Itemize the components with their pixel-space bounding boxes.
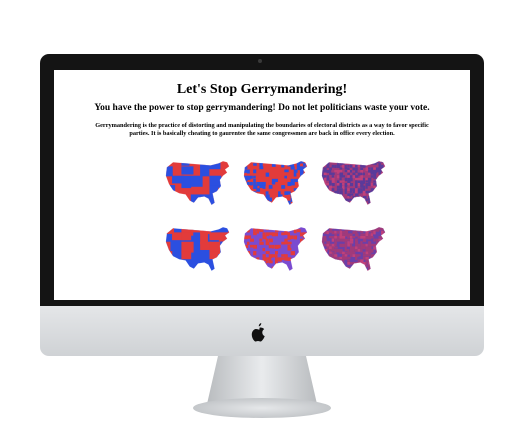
- us-map-1: [162, 157, 232, 209]
- monitor-stand: [207, 356, 317, 404]
- camera-icon: [258, 59, 262, 63]
- map-grid: [162, 157, 388, 287]
- map-svg: [321, 226, 386, 272]
- apple-logo-icon: [251, 323, 265, 342]
- map-svg: [165, 160, 230, 206]
- page-title: Let's Stop Gerrymandering!: [176, 82, 348, 97]
- page-description: Gerrymandering is the practice of distor…: [95, 122, 429, 137]
- monitor-foot: [193, 398, 331, 418]
- map-svg: [243, 226, 308, 272]
- browser-viewport: Let's Stop Gerrymandering! You have the …: [54, 70, 470, 300]
- map-svg: [321, 160, 386, 206]
- map-svg: [165, 226, 230, 272]
- map-svg: [243, 160, 308, 206]
- us-map-6: [318, 223, 388, 275]
- us-map-4: [162, 223, 232, 275]
- page-subtitle: You have the power to stop gerrymanderin…: [94, 103, 430, 113]
- us-map-3: [318, 157, 388, 209]
- us-map-5: [240, 223, 310, 275]
- us-map-2: [240, 157, 310, 209]
